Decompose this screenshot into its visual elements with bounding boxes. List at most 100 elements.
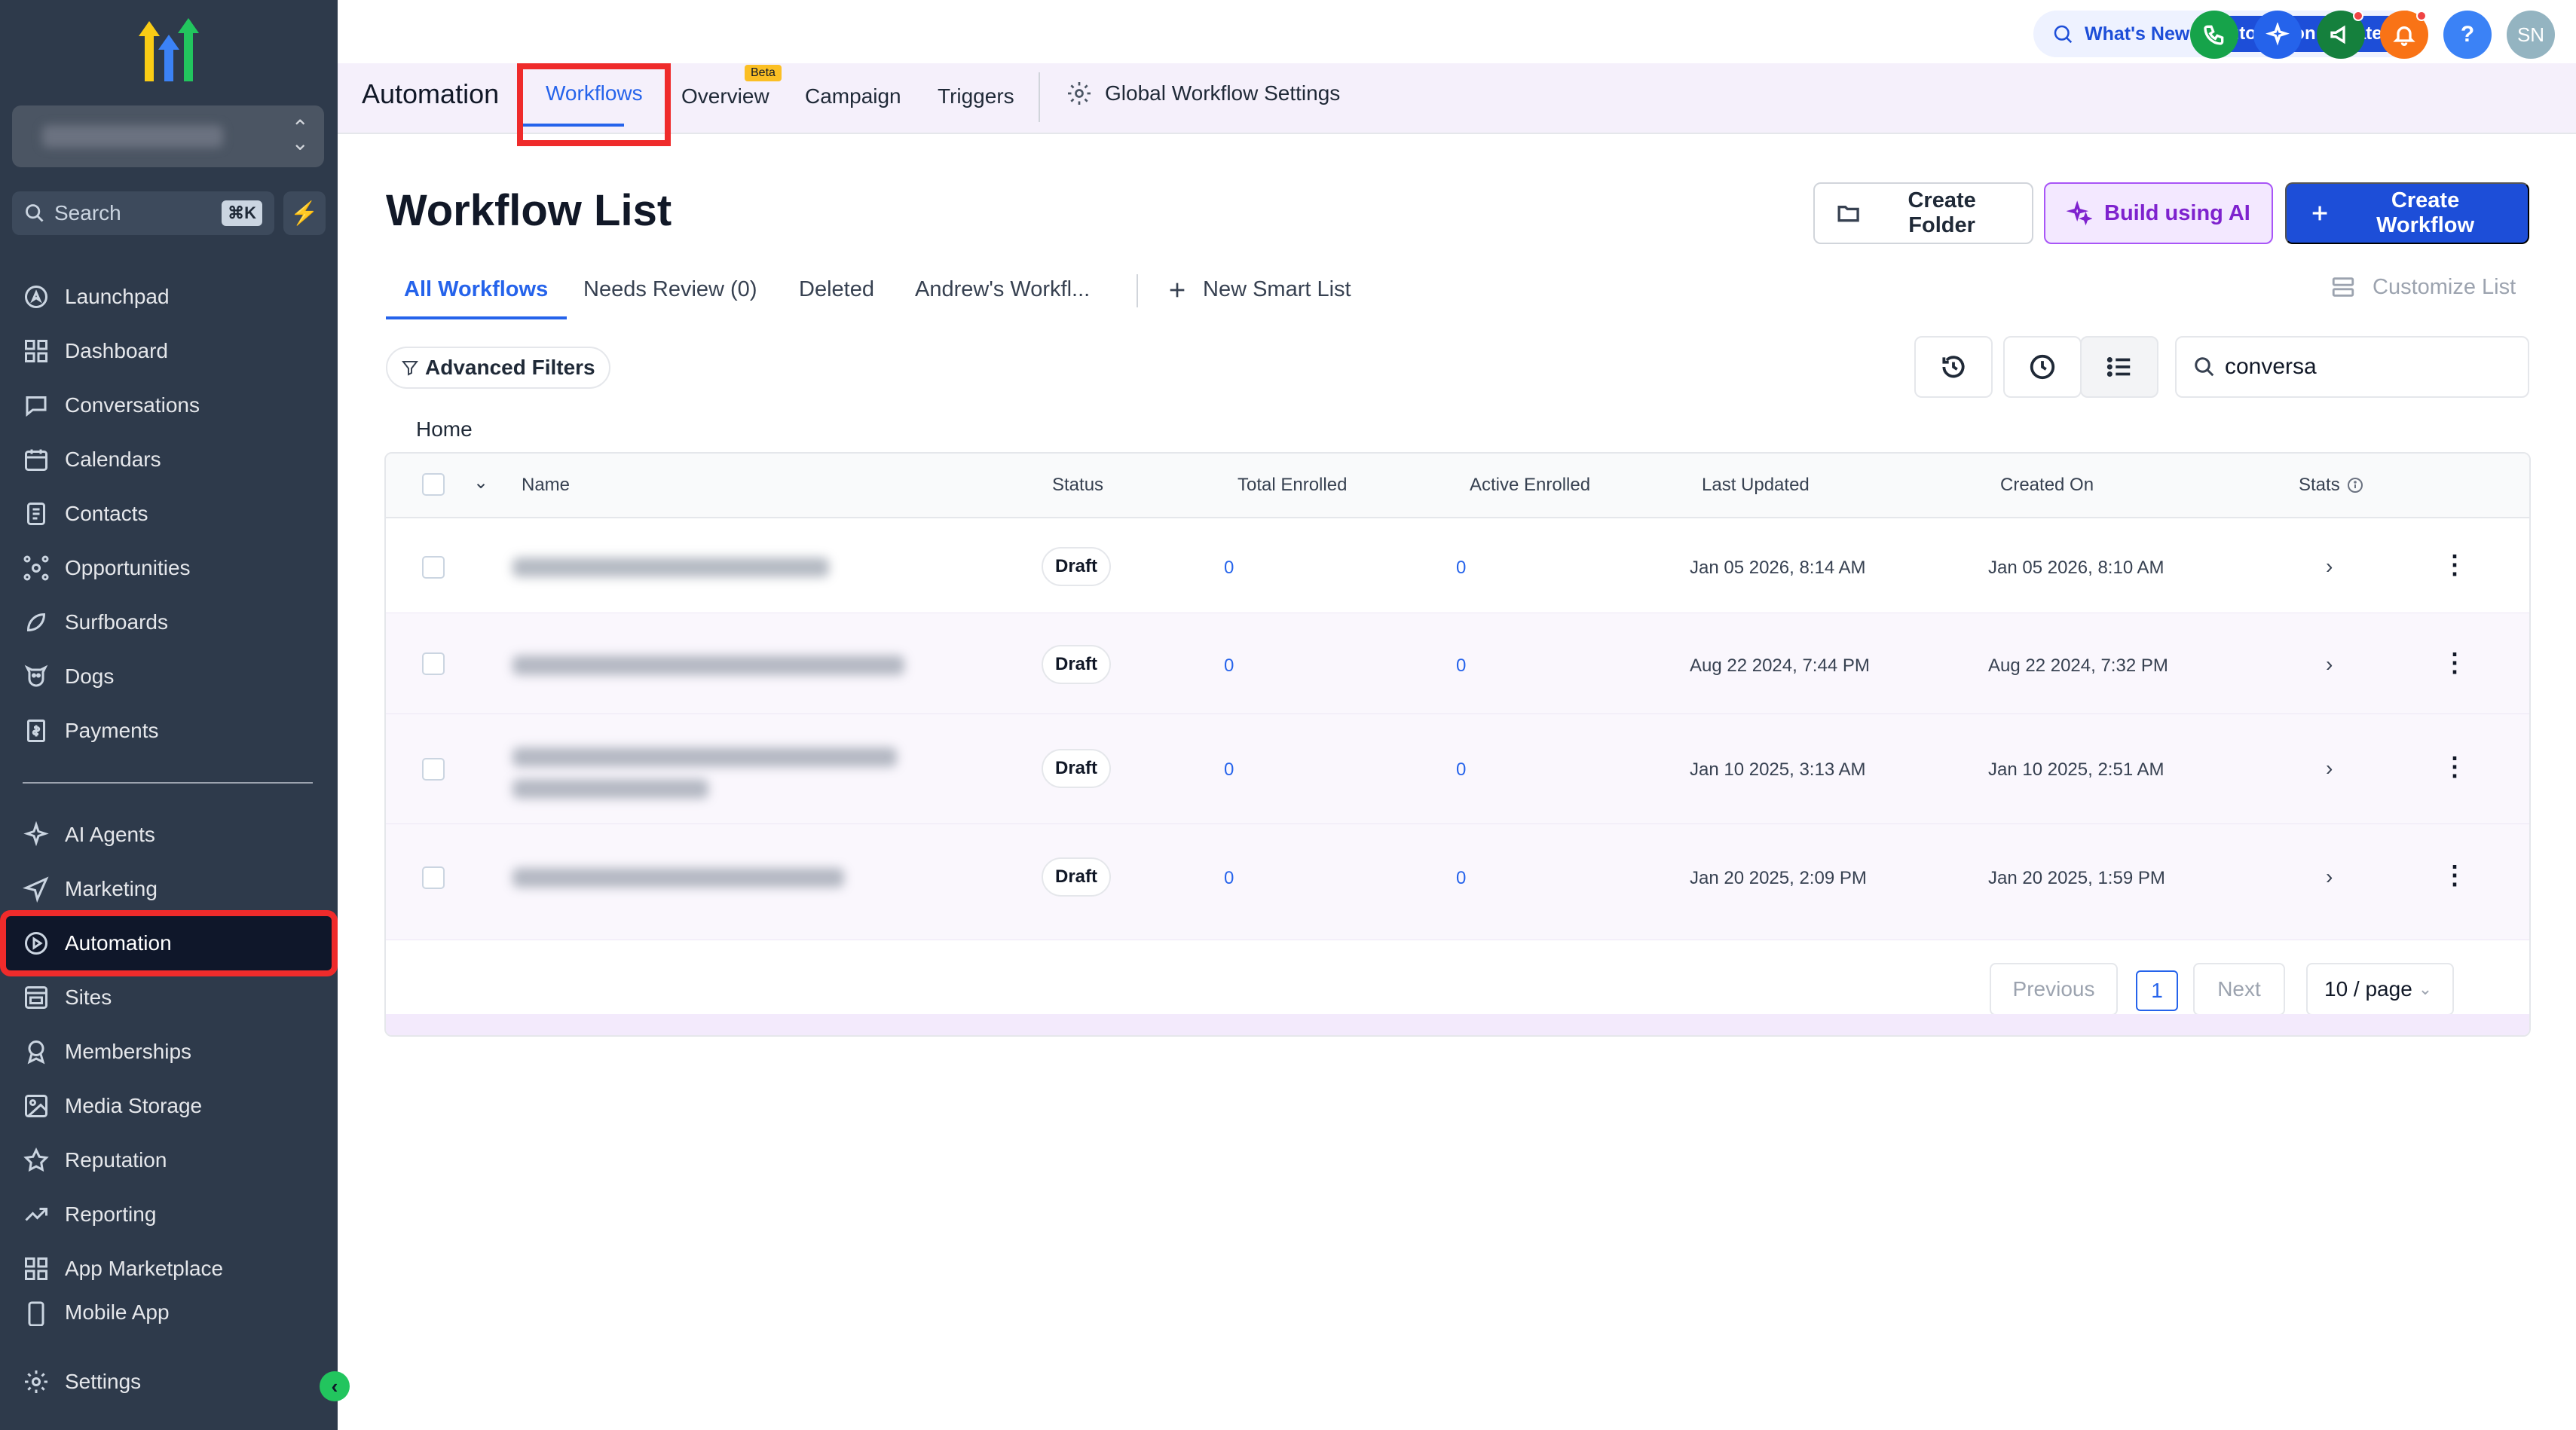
list-view-button[interactable] xyxy=(2080,336,2158,398)
stats-chevron-right-icon[interactable]: › xyxy=(2326,652,2333,677)
workflow-name-blurred-line2[interactable] xyxy=(512,779,708,799)
sidebar-item-mobile-app[interactable]: Mobile App xyxy=(6,1296,332,1326)
tab-overview[interactable]: Overview xyxy=(681,84,769,108)
phone-button[interactable] xyxy=(2190,11,2238,59)
info-icon xyxy=(2347,478,2363,493)
page-size-select[interactable]: 10 / page ⌄ xyxy=(2306,963,2454,1016)
column-status[interactable]: Status xyxy=(1052,475,1103,496)
row-checkbox[interactable] xyxy=(422,652,445,675)
customize-list-button[interactable]: Customize List xyxy=(2330,274,2516,300)
list-tab-andrews-workflows[interactable]: Andrew's Workfl... xyxy=(915,277,1090,302)
column-stats[interactable]: Stats xyxy=(2299,475,2364,496)
sidebar-item-sites[interactable]: Sites xyxy=(6,970,332,1025)
list-tab-needs-review[interactable]: Needs Review (0) xyxy=(583,277,757,302)
sidebar-item-payments[interactable]: Payments xyxy=(6,704,332,758)
row-menu-kebab-icon[interactable]: ⋮ xyxy=(2442,550,2467,580)
sidebar-item-opportunities[interactable]: Opportunities xyxy=(6,541,332,595)
workflow-name-blurred[interactable] xyxy=(512,868,844,888)
brand-logo-icon[interactable] xyxy=(128,14,211,89)
ai-assistant-button[interactable] xyxy=(2253,11,2302,59)
sidebar-item-calendars[interactable]: Calendars xyxy=(6,432,332,487)
total-enrolled-value[interactable]: 0 xyxy=(1224,655,1234,677)
table-row[interactable]: Draft 0 0 Jan 10 2025, 3:13 AM Jan 10 20… xyxy=(386,714,2529,824)
sidebar-item-launchpad[interactable]: Launchpad xyxy=(6,270,332,324)
sidebar-item-automation[interactable]: Automation xyxy=(0,910,338,976)
sidebar-item-reputation[interactable]: Reputation xyxy=(6,1133,332,1187)
table-row[interactable]: Draft 0 0 Aug 22 2024, 7:44 PM Aug 22 20… xyxy=(386,613,2529,714)
total-enrolled-value[interactable]: 0 xyxy=(1224,759,1234,781)
history-view-button[interactable] xyxy=(1914,336,1993,398)
sidebar-item-app-marketplace[interactable]: App Marketplace xyxy=(6,1242,332,1296)
trend-icon xyxy=(25,1208,47,1221)
quick-action-bolt-icon[interactable]: ⚡ xyxy=(283,191,326,235)
avatar[interactable]: SN xyxy=(2507,11,2555,59)
workflow-name-blurred[interactable] xyxy=(512,558,829,577)
total-enrolled-value[interactable]: 0 xyxy=(1224,558,1234,579)
table-row[interactable]: Draft 0 0 Jan 05 2026, 8:14 AM Jan 05 20… xyxy=(386,518,2529,613)
column-active-enrolled[interactable]: Active Enrolled xyxy=(1470,475,1590,496)
advanced-filters-button[interactable]: Advanced Filters xyxy=(386,347,610,389)
column-total-enrolled[interactable]: Total Enrolled xyxy=(1238,475,1347,496)
stats-chevron-right-icon[interactable]: › xyxy=(2326,555,2333,579)
row-menu-kebab-icon[interactable]: ⋮ xyxy=(2442,648,2467,678)
row-checkbox[interactable] xyxy=(422,556,445,579)
gear-icon xyxy=(25,1370,47,1393)
workflow-search-input[interactable]: conversa xyxy=(2175,336,2529,398)
total-enrolled-value[interactable]: 0 xyxy=(1224,868,1234,889)
recent-view-button[interactable] xyxy=(2003,336,2082,398)
breadcrumb[interactable]: Home xyxy=(416,417,473,442)
sites-icon xyxy=(25,986,47,1009)
workflow-name-blurred-line1[interactable] xyxy=(512,747,897,767)
list-tab-deleted[interactable]: Deleted xyxy=(799,277,874,302)
stats-chevron-right-icon[interactable]: › xyxy=(2326,756,2333,781)
row-menu-kebab-icon[interactable]: ⋮ xyxy=(2442,860,2467,891)
account-switcher[interactable]: ⌃ ⌄ xyxy=(12,105,324,167)
row-checkbox[interactable] xyxy=(422,758,445,781)
sidebar-item-conversations[interactable]: Conversations xyxy=(6,378,332,432)
build-using-ai-button[interactable]: Build using AI xyxy=(2044,182,2273,244)
next-page-button[interactable]: Next xyxy=(2193,963,2285,1016)
select-all-checkbox[interactable] xyxy=(422,473,445,496)
sidebar-search[interactable]: Search ⌘K xyxy=(12,191,274,235)
star-icon xyxy=(23,1147,49,1172)
previous-page-button[interactable]: Previous xyxy=(1990,963,2118,1016)
sidebar-item-reporting[interactable]: Reporting xyxy=(6,1187,332,1242)
workflow-name-blurred[interactable] xyxy=(512,655,904,675)
new-smart-list-button[interactable]: New Smart List xyxy=(1165,277,1351,302)
sidebar-item-label: Sites xyxy=(65,985,112,1009)
row-menu-kebab-icon[interactable]: ⋮ xyxy=(2442,752,2467,782)
active-enrolled-value[interactable]: 0 xyxy=(1456,655,1466,677)
active-enrolled-value[interactable]: 0 xyxy=(1456,868,1466,889)
sidebar-item-ai-agents[interactable]: AI Agents xyxy=(6,808,332,862)
select-dropdown-chevron-icon[interactable]: ⌄ xyxy=(473,472,488,493)
sidebar-item-settings[interactable]: Settings xyxy=(6,1355,332,1409)
plus-icon xyxy=(1170,283,1185,297)
global-workflow-settings[interactable]: Global Workflow Settings xyxy=(1066,80,1340,107)
list-tab-all-workflows[interactable]: All Workflows xyxy=(404,277,548,302)
create-workflow-button[interactable]: Create Workflow xyxy=(2285,182,2529,244)
create-folder-button[interactable]: Create Folder xyxy=(1813,182,2033,244)
table-row[interactable]: Draft 0 0 Jan 20 2025, 2:09 PM Jan 20 20… xyxy=(386,824,2529,940)
tab-campaign[interactable]: Campaign xyxy=(805,84,901,108)
sidebar-item-media-storage[interactable]: Media Storage xyxy=(6,1079,332,1133)
sidebar-item-surfboards[interactable]: Surfboards xyxy=(6,595,332,649)
sidebar-item-dashboard[interactable]: Dashboard xyxy=(6,324,332,378)
help-button[interactable]: ? xyxy=(2443,11,2492,59)
row-checkbox[interactable] xyxy=(422,866,445,889)
sidebar-item-marketing[interactable]: Marketing xyxy=(6,862,332,916)
sidebar-item-dogs[interactable]: Dogs xyxy=(6,649,332,704)
stats-chevron-right-icon[interactable]: › xyxy=(2326,865,2333,889)
page-number-current[interactable]: 1 xyxy=(2136,970,2178,1011)
column-last-updated[interactable]: Last Updated xyxy=(1702,475,1810,496)
sidebar-item-label: Conversations xyxy=(65,393,200,417)
sidebar-item-memberships[interactable]: Memberships xyxy=(6,1025,332,1079)
announcements-button[interactable] xyxy=(2317,11,2365,59)
active-enrolled-value[interactable]: 0 xyxy=(1456,759,1466,781)
tab-triggers[interactable]: Triggers xyxy=(938,84,1014,108)
column-name[interactable]: Name xyxy=(522,475,570,496)
column-created-on[interactable]: Created On xyxy=(2000,475,2094,496)
sidebar-item-contacts[interactable]: Contacts xyxy=(6,487,332,541)
sidebar-collapse-chevron-icon[interactable]: ‹ xyxy=(320,1371,350,1401)
notifications-button[interactable] xyxy=(2380,11,2428,59)
active-enrolled-value[interactable]: 0 xyxy=(1456,558,1466,579)
